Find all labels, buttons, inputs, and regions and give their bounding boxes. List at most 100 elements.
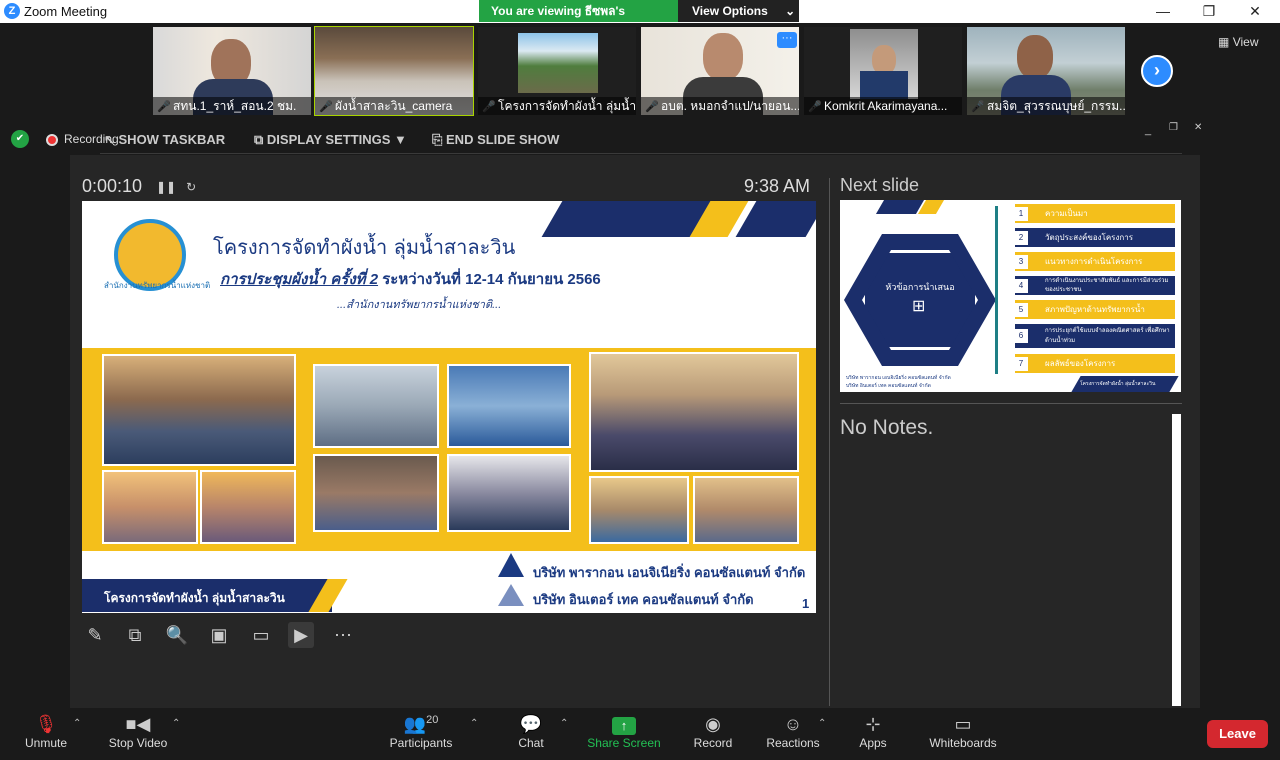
- audio-options-chevron-icon[interactable]: ⌃: [73, 718, 81, 729]
- reset-icon[interactable]: ↻: [186, 180, 196, 194]
- speaker-notes: No Notes.: [840, 416, 934, 439]
- notes-separator: [840, 403, 1182, 404]
- pen-icon[interactable]: ✎: [82, 622, 108, 648]
- topic-item: การประยุกต์ใช้แบบจำลองคณิตศาสตร์ เพื่อศึ…: [1015, 324, 1175, 348]
- black-screen-icon[interactable]: ▣: [206, 622, 232, 648]
- close-button[interactable]: ✕: [1232, 0, 1278, 23]
- minimize-button[interactable]: —: [1140, 0, 1186, 23]
- next-slide-company: บริษัท อินเตอร์ เทค คอนซัลแตนท์ จำกัด: [846, 383, 931, 389]
- topic-number: 6: [1014, 329, 1028, 343]
- participant-video[interactable]: ··· 🎤 อบต. หมอกจำแป/นายอน...: [640, 26, 800, 116]
- meeting-photo: [589, 352, 799, 472]
- next-page-arrow-icon[interactable]: ›: [1141, 55, 1173, 87]
- participants-button[interactable]: 👥20 Participants: [381, 714, 461, 750]
- participants-label: Participants: [389, 736, 453, 750]
- participant-video[interactable]: 🎤 สทน.1_ราห์_สอน.2 ชม.: [152, 26, 312, 116]
- elapsed-timer: 0:00:10: [82, 176, 143, 196]
- pane-divider[interactable]: [829, 178, 830, 706]
- participants-icon: 👥20: [403, 714, 439, 734]
- zoom-icon[interactable]: 🔍: [164, 622, 190, 648]
- chat-label: Chat: [518, 736, 544, 750]
- display-settings-button[interactable]: ⧉ DISPLAY SETTINGS ▼: [254, 132, 407, 148]
- topic-item: การดำเนินงานประชาสัมพันธ์ และการมีส่วนร่…: [1015, 276, 1175, 295]
- topic-label: การดำเนินงานประชาสัมพันธ์ และการมีส่วนร่…: [1045, 278, 1169, 293]
- timeline-line: [995, 206, 998, 374]
- topic-number: 4: [1014, 279, 1028, 293]
- participant-name: ผังน้ำสาละวิน_camera: [315, 97, 473, 115]
- topic-number: 7: [1014, 357, 1028, 371]
- timer-controls: ❚❚ ↻: [156, 180, 196, 194]
- end-slide-show-button[interactable]: ⎘ END SLIDE SHOW: [432, 132, 559, 148]
- company-name: บริษัท อินเตอร์ เทค คอนซัลแตนท์ จำกัด: [533, 592, 754, 607]
- stop-video-button[interactable]: ■◀ Stop Video: [98, 714, 178, 750]
- topic-label: การประยุกต์ใช้แบบจำลองคณิตศาสตร์ เพื่อศึ…: [1045, 328, 1170, 344]
- slide-stripe: [735, 201, 816, 237]
- topic-number: 5: [1014, 303, 1028, 317]
- participant-name: โครงการจัดทำผังน้ำ ลุ่มน้ำ...: [478, 97, 636, 115]
- meeting-photo: [589, 476, 689, 544]
- participant-video[interactable]: 🎤 สมจิต_สุวรรณบุษย์_กรรม...: [966, 26, 1126, 116]
- presenter-restore-button[interactable]: ❐: [1169, 122, 1178, 133]
- view-options-button[interactable]: View Options ⌄: [678, 0, 799, 22]
- share-screen-icon: ↑: [612, 717, 636, 735]
- apps-icon: ⊹: [865, 714, 881, 734]
- topic-label: ความเป็นมา: [1045, 209, 1088, 218]
- meeting-photo: [693, 476, 799, 544]
- share-screen-button[interactable]: ↑ Share Screen: [584, 714, 664, 750]
- topic-item: ผลลัพธ์ของโครงการ: [1015, 354, 1175, 373]
- participant-name: สทน.1_ราห์_สอน.2 ชม.: [153, 97, 311, 115]
- recording-icon: [46, 134, 58, 146]
- camera-icon[interactable]: ▶: [288, 622, 314, 648]
- whiteboards-button[interactable]: ▭ Whiteboards: [923, 714, 1003, 750]
- end-show-icon: ⎘: [432, 132, 447, 147]
- more-options-icon[interactable]: ···: [777, 32, 797, 48]
- leave-button[interactable]: Leave: [1207, 720, 1268, 748]
- next-slide-preview[interactable]: หัวข้อการนำเสนอ ⊞ ความเป็นมา 1 วัตถุประส…: [840, 200, 1181, 392]
- view-button[interactable]: ▦ View: [1218, 35, 1258, 49]
- taskbar-icon: ↖: [104, 132, 119, 147]
- see-all-slides-icon[interactable]: ⧉: [122, 622, 148, 648]
- subtitles-icon[interactable]: ▭: [248, 622, 274, 648]
- chat-chevron-icon[interactable]: ⌃: [560, 718, 568, 729]
- topic-label: แนวทางการดำเนินโครงการ: [1045, 257, 1143, 266]
- more-options-icon[interactable]: ⋯: [330, 622, 356, 648]
- topic-label: สภาพปัญหาด้านทรัพยากรน้ำ: [1045, 305, 1145, 314]
- record-button[interactable]: ◉ Record: [673, 714, 753, 750]
- meeting-photo: [102, 470, 198, 544]
- end-slide-show-label: END SLIDE SHOW: [446, 132, 560, 147]
- person-head: [1017, 35, 1053, 79]
- topic-item: สภาพปัญหาด้านทรัพยากรน้ำ: [1015, 300, 1175, 319]
- record-label: Record: [693, 736, 733, 750]
- pause-icon[interactable]: ❚❚: [156, 180, 176, 194]
- next-slide-center-title: หัวข้อการนำเสนอ: [885, 282, 955, 292]
- chat-button[interactable]: 💬 Chat: [491, 714, 571, 750]
- slide-organizer: ...สำนักงานทรัพยากรน้ำแห่งชาติ...: [337, 299, 502, 311]
- stop-video-label: Stop Video: [108, 736, 168, 750]
- security-shield-icon[interactable]: ✔: [11, 130, 29, 148]
- topic-item: แนวทางการดำเนินโครงการ: [1015, 252, 1175, 271]
- restore-button[interactable]: ❐: [1186, 0, 1232, 23]
- slide-page-number: 1: [802, 596, 810, 611]
- presenter-minimize-button[interactable]: _: [1145, 124, 1151, 136]
- whiteboards-label: Whiteboards: [929, 736, 997, 750]
- presenter-close-button[interactable]: ✕: [1194, 122, 1202, 133]
- meeting-label: การประชุมผังน้ำ ครั้งที่ 2: [220, 271, 379, 288]
- viewing-screen-text: You are viewing ธีซพล's screen: [479, 0, 678, 40]
- topic-label: วัตถุประสงค์ของโครงการ: [1045, 233, 1134, 242]
- participants-chevron-icon[interactable]: ⌃: [470, 718, 478, 729]
- participant-video[interactable]: 🎤 โครงการจัดทำผังน้ำ ลุ่มน้ำ...: [477, 26, 637, 116]
- participant-video[interactable]: 🎤 ผังน้ำสาละวิน_camera: [314, 26, 474, 116]
- meeting-photo: [313, 364, 439, 448]
- topic-number: 3: [1014, 255, 1028, 269]
- apps-button[interactable]: ⊹ Apps: [833, 714, 913, 750]
- video-options-chevron-icon[interactable]: ⌃: [172, 718, 180, 729]
- reactions-chevron-icon[interactable]: ⌃: [818, 718, 826, 729]
- logo-caption: สำนักงานทรัพยากรน้ำแห่งชาติ: [104, 281, 211, 290]
- notes-scrollbar[interactable]: [1172, 414, 1181, 706]
- company-name: บริษัท พารากอน เอนจิเนียริ่ง คอนซัลแตนท์…: [533, 565, 806, 580]
- show-taskbar-button[interactable]: ↖ SHOW TASKBAR: [104, 132, 225, 148]
- participant-video[interactable]: 🎤 Komkrit Akarimayana...: [803, 26, 963, 116]
- share-screen-label: Share Screen: [587, 736, 661, 750]
- chat-icon: 💬: [519, 714, 543, 734]
- topic-item: ความเป็นมา: [1015, 204, 1175, 223]
